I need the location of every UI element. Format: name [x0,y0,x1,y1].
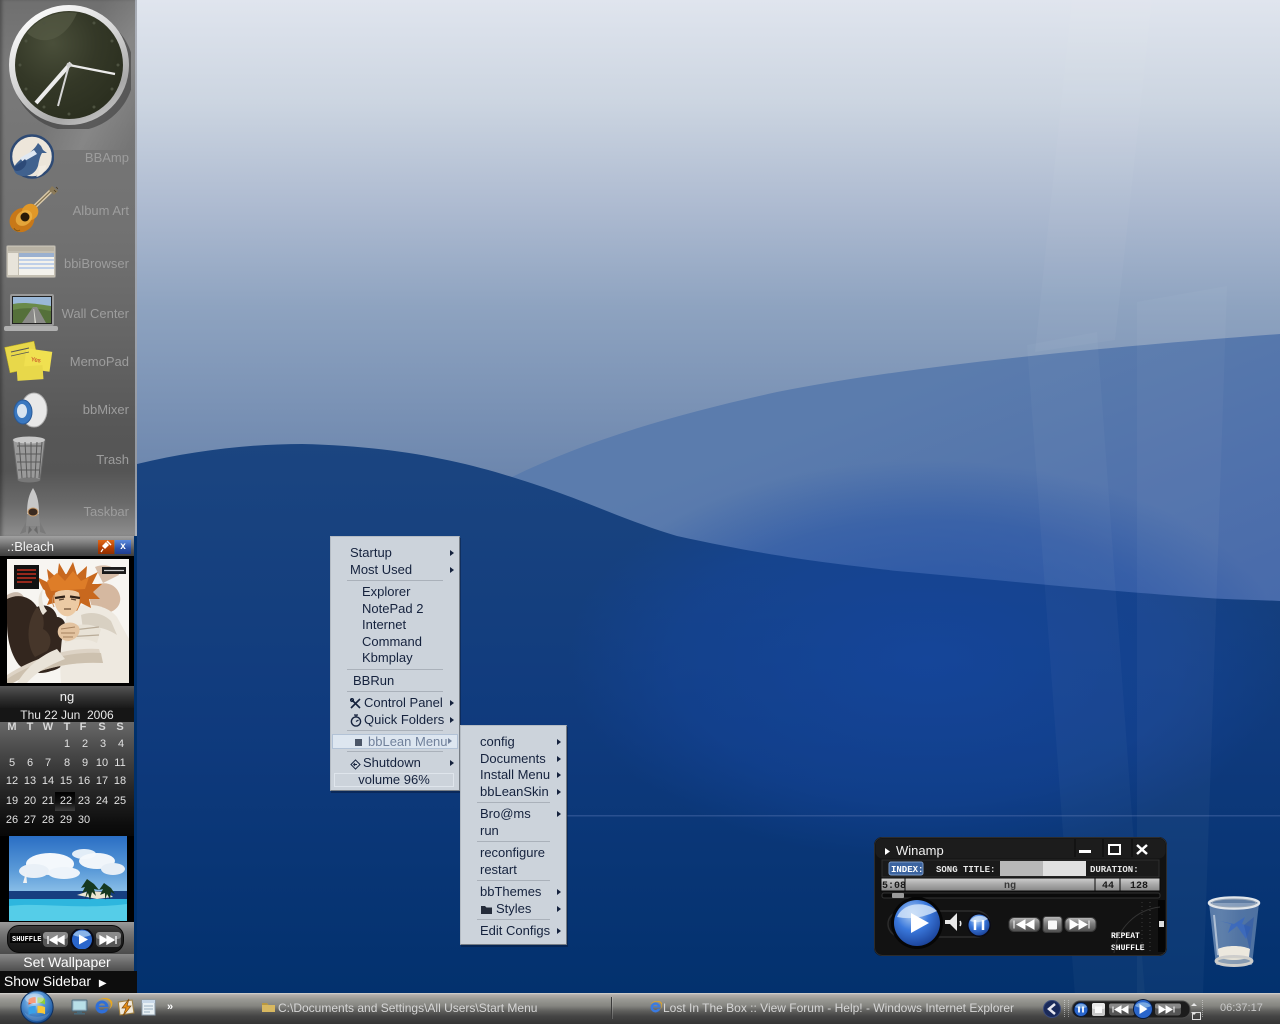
svg-text:INDEX:: INDEX: [891,865,923,875]
svg-text:44: 44 [1102,881,1114,892]
svg-text:SONG TITLE:: SONG TITLE: [936,865,995,875]
svg-text:»: » [167,1001,173,1013]
svg-text:REPEAT: REPEAT [1111,932,1140,941]
svg-text:ng: ng [1004,881,1016,892]
svg-text:SHUFFLE: SHUFFLE [1111,944,1145,953]
svg-text:128: 128 [1130,881,1148,892]
svg-text:DURATION:: DURATION: [1090,865,1139,875]
svg-text:SHUFFLE: SHUFFLE [12,936,41,944]
svg-text:Winamp: Winamp [896,843,944,858]
svg-text:5:08: 5:08 [882,881,906,892]
